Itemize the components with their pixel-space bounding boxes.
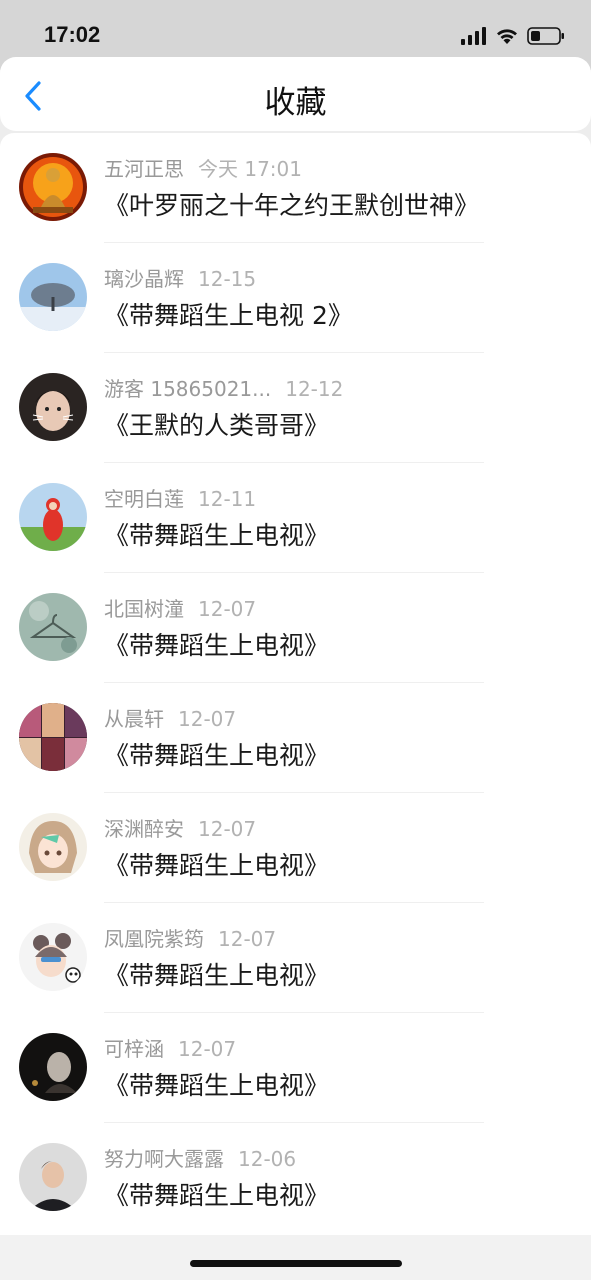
meta-line: 空明白莲 12-11 (104, 483, 256, 511)
timestamp: 12-07 (218, 927, 277, 951)
author-name: 北国树潼 (104, 597, 184, 621)
meta-line: 璃沙晶辉 12-15 (104, 263, 256, 291)
timestamp: 12-07 (198, 597, 257, 621)
story-title: 《带舞蹈生上电视 2》 (104, 301, 353, 330)
story-title: 《王默的人类哥哥》 (104, 411, 330, 440)
meta-line: 五河正思 今天 17:01 (104, 153, 302, 181)
meta-line: 努力啊大露露 12-06 (104, 1143, 296, 1171)
status-icons (455, 25, 565, 47)
list-item[interactable]: 璃沙晶辉 12-15 《带舞蹈生上电视 2》 (0, 243, 591, 353)
nav-bar: 收藏 (0, 57, 591, 131)
list-item[interactable]: 五河正思 今天 17:01 《叶罗丽之十年之约王默创世神》 (0, 133, 591, 243)
story-title: 《叶罗丽之十年之约王默创世神》 (104, 191, 480, 220)
timestamp: 12-07 (178, 1037, 237, 1061)
meta-line: 可梓涵 12-07 (104, 1033, 236, 1061)
list-item[interactable]: 深渊醉安 12-07 《带舞蹈生上电视》 (0, 793, 591, 903)
timestamp: 今天 17:01 (198, 157, 302, 181)
author-name: 努力啊大露露 (104, 1147, 224, 1171)
home-area (0, 1235, 591, 1280)
favorites-list: 五河正思 今天 17:01 《叶罗丽之十年之约王默创世神》 璃沙晶辉 12-15 《… (0, 133, 591, 1235)
story-title: 《带舞蹈生上电视》 (104, 1181, 330, 1210)
page-title: 收藏 (264, 85, 327, 121)
meta-line: 游客 15865021... 12-12 (104, 373, 343, 401)
beijing-panda-avatar (19, 923, 87, 991)
list-item[interactable]: 空明白莲 12-11 《带舞蹈生上电视》 (0, 463, 591, 573)
meta-line: 凤凰院紫筠 12-07 (104, 923, 276, 951)
man-portrait-avatar (19, 1143, 87, 1211)
anime-girl-avatar (19, 813, 87, 881)
author-name: 从晨轩 (104, 707, 164, 731)
story-title: 《带舞蹈生上电视》 (104, 521, 330, 550)
list-item[interactable]: 北国树潼 12-07 《带舞蹈生上电视》 (0, 573, 591, 683)
story-title: 《带舞蹈生上电视》 (104, 631, 330, 660)
meta-line: 从晨轩 12-07 (104, 703, 236, 731)
timestamp: 12-12 (285, 377, 344, 401)
author-name: 五河正思 (104, 157, 184, 181)
story-title: 《带舞蹈生上电视》 (104, 851, 330, 880)
hanger-avatar (19, 593, 87, 661)
status-time: 17:02 (44, 22, 101, 47)
snow-tree-avatar (19, 263, 87, 331)
timestamp: 12-07 (198, 817, 257, 841)
dark-photo-avatar (19, 1033, 87, 1101)
teletubby-avatar (19, 483, 87, 551)
cat-filter-avatar (19, 373, 87, 441)
author-name: 凤凰院紫筠 (104, 927, 204, 951)
collage-avatar (19, 703, 87, 771)
story-title: 《带舞蹈生上电视》 (104, 741, 330, 770)
list-item[interactable]: 努力啊大露露 12-06 《带舞蹈生上电视》 (0, 1123, 591, 1233)
author-name: 可梓涵 (104, 1037, 164, 1061)
home-indicator[interactable] (190, 1260, 402, 1267)
author-name: 璃沙晶辉 (104, 267, 184, 291)
meta-line: 深渊醉安 12-07 (104, 813, 256, 841)
story-title: 《带舞蹈生上电视》 (104, 1071, 330, 1100)
meta-line: 北国树潼 12-07 (104, 593, 256, 621)
timestamp: 12-07 (178, 707, 237, 731)
timestamp: 12-06 (238, 1147, 297, 1171)
list-item[interactable]: 从晨轩 12-07 《带舞蹈生上电视》 (0, 683, 591, 793)
list-item[interactable]: 可梓涵 12-07 《带舞蹈生上电视》 (0, 1013, 591, 1123)
author-name: 游客 15865021... (104, 377, 272, 401)
author-name: 空明白莲 (104, 487, 184, 511)
battery-icon (527, 27, 564, 45)
wifi-icon (497, 29, 517, 44)
signal-icon (461, 27, 486, 45)
timestamp: 12-15 (198, 267, 257, 291)
buddha-avatar (19, 153, 87, 221)
list-item[interactable]: 凤凰院紫筠 12-07 《带舞蹈生上电视》 (0, 903, 591, 1013)
author-name: 深渊醉安 (104, 817, 184, 841)
timestamp: 12-11 (198, 487, 257, 511)
list-item[interactable]: 游客 15865021... 12-12 《王默的人类哥哥》 (0, 353, 591, 463)
story-title: 《带舞蹈生上电视》 (104, 961, 330, 990)
